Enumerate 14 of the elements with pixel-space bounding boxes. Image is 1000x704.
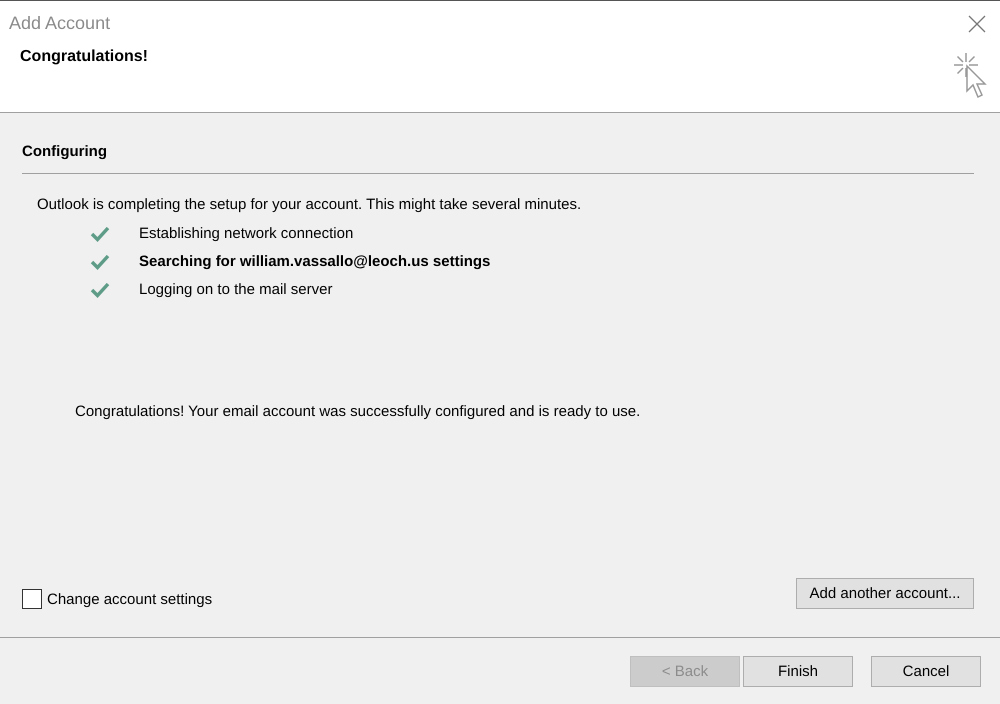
add-another-account-button[interactable]: Add another account... — [796, 578, 974, 608]
dialog-button[interactable]: Cancel — [871, 656, 981, 686]
step-text: Logging on to the mail server — [139, 281, 332, 298]
intro-text: Outlook is completing the setup for your account. This might take several minutes. — [37, 196, 582, 213]
success-message: Congratulations! Your email account was successfully configured and is ready to use. — [75, 403, 640, 420]
window-title: Add Account — [9, 13, 110, 34]
page-heading: Congratulations! — [20, 48, 148, 66]
dialog-button[interactable]: Finish — [743, 656, 853, 686]
step-text: Establishing network connection — [139, 225, 354, 242]
section-title: Configuring — [22, 143, 107, 160]
change-settings-checkbox[interactable]: Change account settings — [22, 589, 212, 609]
cursor-sparkle-icon — [952, 51, 988, 101]
step-text: Searching for william.vassallo@leoch.us settings — [139, 253, 490, 270]
close-icon[interactable] — [968, 14, 986, 32]
